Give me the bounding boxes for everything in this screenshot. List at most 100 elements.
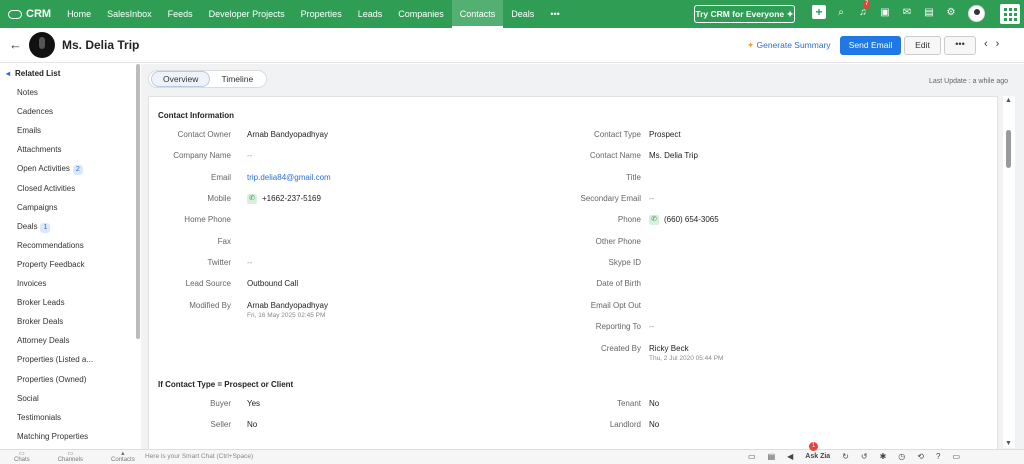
sidebar-item[interactable]: Cadences — [0, 102, 140, 121]
phone-icon[interactable]: ✆ — [247, 193, 257, 204]
field-value-text: No — [247, 420, 258, 430]
generate-summary-link[interactable]: ✦ Generate Summary — [747, 40, 831, 51]
field-value[interactable]: Yes — [247, 398, 260, 410]
scroll-thumb[interactable] — [1006, 130, 1011, 168]
sidebar-item[interactable]: Recommendations — [0, 236, 140, 255]
note-icon[interactable]: ▤ — [768, 452, 776, 461]
sidebar-item[interactable]: Emails — [0, 121, 140, 140]
field-value[interactable]: -- — [649, 321, 654, 333]
sidebar-item[interactable]: Properties (Listed a... — [0, 350, 140, 369]
field-label: Title — [626, 172, 641, 182]
field-label: Email Opt Out — [590, 300, 641, 310]
field-value[interactable]: Ricky Beck — [649, 343, 689, 355]
scroll-up-icon[interactable]: ▲ — [1005, 97, 1012, 104]
nav-properties[interactable]: Properties — [293, 0, 350, 28]
phone-icon[interactable]: ✆ — [649, 215, 659, 226]
create-plus-icon[interactable]: + — [812, 5, 826, 19]
marketplace-icon[interactable]: ▤ — [922, 5, 936, 19]
nav-feeds[interactable]: Feeds — [160, 0, 201, 28]
channels-button[interactable]: ▭ Channels — [58, 451, 83, 463]
sidebar-item[interactable]: Open Activities 2 — [0, 159, 140, 178]
back-arrow-icon[interactable]: ← — [9, 37, 22, 52]
field-value[interactable]: Ms. Delia Trip — [649, 150, 698, 162]
nav-developer-projects[interactable]: Developer Projects — [201, 0, 293, 28]
sidebar-item[interactable]: Matching Properties — [0, 427, 140, 446]
user-avatar[interactable] — [968, 5, 985, 22]
edit-button[interactable]: Edit — [904, 36, 941, 55]
contacts-button[interactable]: ▲ Contacts — [111, 451, 135, 463]
sidebar-item[interactable]: Deals 1 — [0, 217, 140, 236]
field-value[interactable]: No — [649, 419, 659, 431]
smart-chat-input[interactable]: Here is your Smart Chat (Ctrl+Space) — [145, 453, 253, 460]
sidebar-item[interactable]: Attachments — [0, 140, 140, 159]
sidebar-item[interactable]: Properties (Owned) — [0, 370, 140, 389]
nav-more[interactable]: ••• — [542, 0, 567, 28]
send-email-button[interactable]: Send Email — [840, 36, 901, 55]
field-value[interactable]: ✆ (660) 654-3065 — [649, 214, 719, 226]
apps-grid-icon[interactable] — [1000, 4, 1020, 24]
field-value[interactable]: No — [247, 419, 257, 431]
calendar-icon[interactable]: ▣ — [878, 5, 892, 19]
ask-zia-button[interactable]: Ask Zia — [805, 453, 830, 460]
field-value-text: Prospect — [649, 130, 681, 139]
field-value[interactable]: -- — [247, 150, 252, 162]
field-label: Email — [210, 172, 231, 182]
field-value[interactable]: Arnab Bandyopadhyay — [247, 129, 328, 141]
try-crm-button[interactable]: Try CRM for Everyone ✦ — [694, 5, 795, 23]
announcement-icon[interactable]: ◀ — [787, 452, 793, 461]
more-actions-button[interactable]: ••• — [944, 36, 976, 55]
screen-share-icon[interactable]: ▭ — [748, 452, 756, 461]
settings-gear-icon[interactable]: ⚙ — [944, 5, 958, 19]
sidebar-item[interactable]: Closed Activities — [0, 179, 140, 198]
notifications-icon[interactable]: ♫ 7 — [856, 0, 871, 19]
main-scrollbar[interactable]: ▲ ▼ — [1003, 96, 1015, 448]
field-label: Fax — [217, 236, 231, 246]
crm-logo[interactable]: CRM — [0, 8, 59, 20]
sidebar-item[interactable]: Campaigns — [0, 198, 140, 217]
field-label: Landlord — [609, 420, 641, 430]
sidebar-item[interactable]: Property Feedback — [0, 255, 140, 274]
nav-contacts[interactable]: Contacts — [451, 0, 504, 28]
next-record-icon[interactable]: › — [996, 38, 1008, 50]
previous-record-icon[interactable]: ‹ — [984, 38, 996, 50]
related-list-heading[interactable]: Related List — [0, 64, 140, 83]
sidebar-item[interactable]: Invoices — [0, 274, 140, 293]
field-value[interactable]: -- — [649, 193, 654, 205]
field-value[interactable]: No — [649, 398, 659, 410]
field-value[interactable]: -- — [247, 257, 252, 269]
sidebar-item-label: Deals — [17, 221, 38, 231]
tab-overview[interactable]: Overview — [151, 71, 211, 87]
sidebar-item[interactable]: Broker Deals — [0, 312, 140, 331]
sidebar-item[interactable]: Social — [0, 389, 140, 408]
nav-companies[interactable]: Companies — [390, 0, 452, 28]
field-value-text: Arnab Bandyopadhyay — [247, 130, 328, 139]
field-value[interactable]: Prospect — [649, 129, 681, 141]
history-icon[interactable]: ⟲ — [917, 452, 924, 461]
sidebar-item[interactable]: Broker Leads — [0, 293, 140, 312]
nav-leads[interactable]: Leads — [350, 0, 391, 28]
tab-timeline[interactable]: Timeline — [210, 72, 264, 86]
nav-deals[interactable]: Deals — [503, 0, 542, 28]
undo-icon[interactable]: ↺ — [861, 452, 868, 461]
zia-icon[interactable]: ✱ — [880, 452, 887, 461]
window-icon[interactable]: ▭ — [952, 452, 960, 461]
chats-button[interactable]: ▭ Chats — [14, 451, 30, 463]
field-value[interactable]: Arnab Bandyopadhyay — [247, 300, 328, 312]
sidebar-item[interactable]: Testimonials — [0, 408, 140, 427]
alarm-icon[interactable]: ◷ — [898, 452, 905, 461]
sidebar-item[interactable]: Attorney Deals — [0, 331, 140, 350]
field-label: Other Phone — [595, 236, 641, 246]
sidebar-scrollbar[interactable] — [136, 64, 140, 339]
refresh-icon[interactable]: ↻ — [842, 452, 849, 461]
mail-icon[interactable]: ✉ — [900, 5, 914, 19]
count-badge: 2 — [72, 165, 83, 176]
search-icon[interactable]: ⌕ — [834, 5, 848, 19]
scroll-down-icon[interactable]: ▼ — [1005, 440, 1012, 447]
nav-salesinbox[interactable]: SalesInbox — [99, 0, 160, 28]
sidebar-item[interactable]: Notes — [0, 83, 140, 102]
field-value[interactable]: Outbound Call — [247, 278, 298, 290]
field-value[interactable]: trip.delia84@gmail.com — [247, 172, 331, 184]
help-icon[interactable]: ? — [936, 452, 940, 461]
field-value[interactable]: ✆ +1662-237-5169 — [247, 193, 321, 205]
nav-home[interactable]: Home — [59, 0, 99, 28]
